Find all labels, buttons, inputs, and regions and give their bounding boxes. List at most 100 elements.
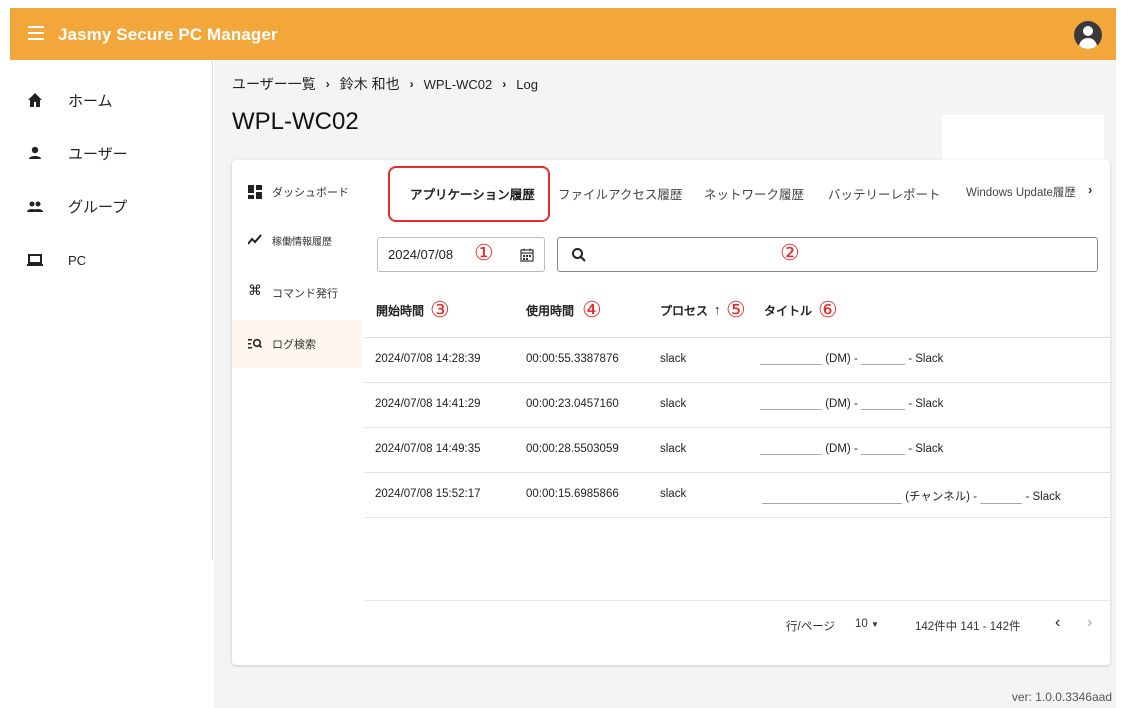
redacted-text — [860, 409, 905, 410]
sidebar-item-label: グループ — [68, 198, 128, 216]
sidebar-item-label: PC — [68, 252, 87, 268]
dashboard-icon — [248, 185, 262, 199]
cell-title-end: - Slack — [908, 353, 944, 365]
annotation-marker-5: ⑤ — [726, 298, 746, 323]
tab-file-access-history[interactable]: ファイルアクセス履歴 — [558, 184, 682, 203]
group-icon — [27, 201, 43, 212]
column-header-start-time[interactable]: 開始時間 — [376, 302, 424, 319]
rows-per-page-select[interactable]: 10 ▼ — [855, 618, 879, 630]
app-title: Jasmy Secure PC Manager — [58, 25, 278, 44]
redacted-text — [760, 364, 822, 365]
tabs-scroll-right-icon[interactable]: › — [1088, 182, 1092, 197]
cell-title-mid: (DM) - — [825, 398, 858, 410]
rows-per-page-label: 行/ページ — [786, 621, 835, 633]
column-header-duration[interactable]: 使用時間 — [526, 302, 574, 319]
account-avatar-icon[interactable] — [1074, 21, 1102, 49]
cell-process: slack — [660, 488, 687, 500]
cell-title-mid: (DM) - — [825, 353, 858, 365]
subnav-item-dashboard[interactable]: ダッシュボード — [232, 168, 362, 216]
annotation-marker-1: ① — [474, 241, 494, 266]
cell-start-time: 2024/07/08 15:52:17 — [375, 488, 481, 500]
subnav-item-label: ダッシュボード — [272, 187, 349, 199]
version-label: ver: 1.0.0.3346aad — [1011, 690, 1112, 704]
cell-title-end: - Slack — [908, 398, 944, 410]
breadcrumb-user[interactable]: 鈴木 和也 — [340, 74, 400, 94]
breadcrumb-log: Log — [516, 76, 538, 92]
subnav-item-label: コマンド発行 — [272, 288, 338, 300]
redacted-text — [762, 503, 902, 504]
sidebar-item-label: ユーザー — [68, 145, 128, 163]
redacted-text — [980, 503, 1023, 504]
chevron-down-icon: ▼ — [871, 620, 879, 629]
breadcrumb: ユーザー一覧 › 鈴木 和也 › WPL-WC02 › Log — [232, 74, 538, 94]
pagination: 行/ページ 10 ▼ 142件中 141 - 142件 ‹ › — [365, 600, 1110, 648]
annotation-marker-6: ⑥ — [818, 298, 838, 323]
cell-start-time: 2024/07/08 14:41:29 — [375, 398, 481, 410]
annotation-marker-3: ③ — [430, 298, 450, 323]
tab-network-history[interactable]: ネットワーク履歴 — [704, 184, 804, 203]
cell-title-end: - Slack — [1025, 491, 1061, 503]
sidebar-item-groups[interactable]: グループ — [10, 186, 213, 226]
annotation-marker-2: ② — [780, 241, 800, 266]
redacted-text — [760, 409, 822, 410]
subnav-item-log-search[interactable]: ログ検索 — [232, 320, 362, 368]
breadcrumb-separator: › — [325, 77, 330, 91]
subnav-item-command[interactable]: ⌘ コマンド発行 — [232, 269, 362, 317]
table-row[interactable]: 2024/07/08 15:52:17 00:00:15.6985866 sla… — [365, 473, 1110, 518]
cell-title: (DM) - - Slack — [760, 353, 943, 365]
tab-windows-update-history[interactable]: Windows Update履歴 — [966, 184, 1076, 200]
header-action-area — [942, 115, 1104, 161]
page-range: 142件中 141 - 142件 — [915, 621, 1021, 633]
breadcrumb-separator: › — [409, 77, 414, 91]
subnav-item-activity[interactable]: 稼働情報履歴 — [232, 216, 362, 264]
sidebar-item-users[interactable]: ユーザー — [10, 133, 213, 173]
search-input[interactable] — [557, 237, 1098, 272]
sidebar: ホーム ユーザー グループ PC — [10, 60, 213, 560]
cell-title: (DM) - - Slack — [760, 443, 943, 455]
next-page-icon[interactable]: › — [1087, 614, 1092, 632]
cell-title: (チャンネル) - - Slack — [762, 488, 1061, 504]
calendar-icon[interactable] — [520, 248, 534, 262]
subnav-item-label: ログ検索 — [272, 339, 316, 351]
home-icon — [28, 93, 42, 107]
log-search-icon — [248, 338, 262, 349]
annotation-marker-4: ④ — [582, 298, 602, 323]
cell-duration: 00:00:55.3387876 — [526, 353, 619, 365]
trend-icon — [248, 234, 262, 245]
cell-duration: 00:00:15.6985866 — [526, 488, 619, 500]
cell-process: slack — [660, 443, 687, 455]
cell-process: slack — [660, 353, 687, 365]
tab-battery-report[interactable]: バッテリーレポート — [828, 184, 941, 203]
table-row[interactable]: 2024/07/08 14:41:29 00:00:23.0457160 sla… — [365, 383, 1110, 428]
column-header-process[interactable]: プロセス — [660, 302, 708, 319]
breadcrumb-users[interactable]: ユーザー一覧 — [232, 74, 316, 94]
cell-duration: 00:00:23.0457160 — [526, 398, 619, 410]
command-icon: ⌘ — [248, 283, 262, 299]
sidebar-item-home[interactable]: ホーム — [10, 80, 213, 120]
redacted-text — [860, 364, 905, 365]
date-value: 2024/07/08 — [388, 247, 454, 262]
table-row[interactable]: 2024/07/08 14:28:39 00:00:55.3387876 sla… — [365, 338, 1110, 383]
page-title: WPL-WC02 — [232, 108, 359, 135]
column-header-title[interactable]: タイトル — [764, 302, 812, 319]
redacted-text — [760, 454, 822, 455]
prev-page-icon[interactable]: ‹ — [1055, 614, 1060, 632]
sort-arrow-up-icon[interactable]: ↑ — [714, 302, 721, 317]
cell-start-time: 2024/07/08 14:49:35 — [375, 443, 481, 455]
redacted-text — [860, 454, 905, 455]
search-icon — [572, 248, 586, 262]
table-row[interactable]: 2024/07/08 14:49:35 00:00:28.5503059 sla… — [365, 428, 1110, 473]
pc-subnav: ダッシュボード 稼働情報履歴 ⌘ コマンド発行 ログ検索 — [232, 160, 362, 665]
date-field[interactable]: 2024/07/08 — [377, 237, 545, 272]
sidebar-footer-area — [10, 560, 213, 690]
sidebar-item-pc[interactable]: PC — [10, 240, 213, 280]
cell-title-mid: (DM) - — [825, 443, 858, 455]
hamburger-menu-icon[interactable] — [28, 26, 44, 40]
breadcrumb-separator: › — [502, 77, 507, 91]
person-icon — [29, 146, 41, 159]
log-card: ダッシュボード 稼働情報履歴 ⌘ コマンド発行 ログ検索 アプリケーション履歴 … — [232, 160, 1110, 665]
tab-application-history[interactable]: アプリケーション履歴 — [410, 184, 535, 203]
breadcrumb-pc[interactable]: WPL-WC02 — [424, 77, 493, 92]
cell-title-mid: (チャンネル) - — [905, 491, 978, 503]
subnav-item-label: 稼働情報履歴 — [272, 236, 332, 248]
